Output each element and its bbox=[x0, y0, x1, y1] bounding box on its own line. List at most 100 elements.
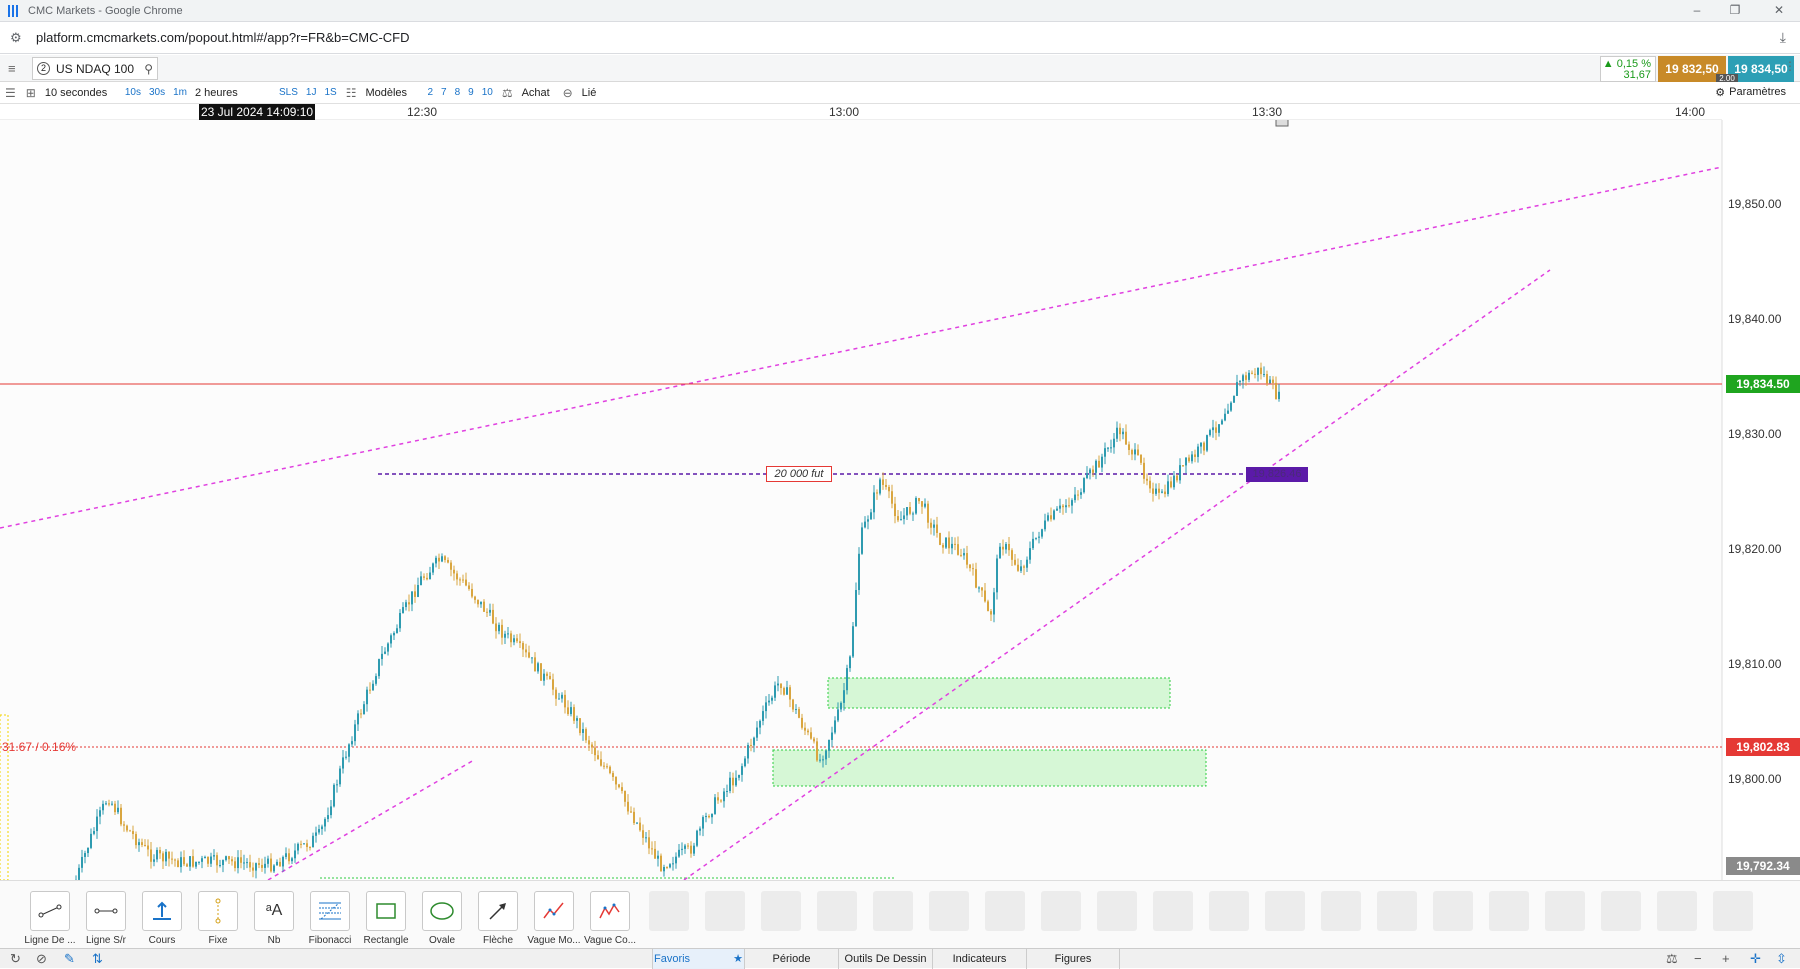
fit-icon[interactable]: ⇳ bbox=[1776, 951, 1787, 967]
tool-arrow[interactable]: Flèche bbox=[471, 891, 525, 946]
alert-label[interactable]: 20 000 fut bbox=[766, 466, 832, 482]
buy-icon[interactable]: ⚖ bbox=[497, 86, 518, 100]
list-icon[interactable]: ☰ bbox=[0, 86, 21, 100]
range-1j[interactable]: 1J bbox=[302, 87, 321, 98]
candle-body bbox=[1098, 461, 1100, 468]
candle-body bbox=[381, 654, 383, 659]
tab-figures[interactable]: Figures bbox=[1026, 949, 1120, 969]
trend-line-icon bbox=[30, 891, 70, 931]
candle-body bbox=[282, 857, 284, 866]
crosshair-icon[interactable]: ✛ bbox=[1750, 951, 1761, 967]
candle-body bbox=[498, 625, 500, 631]
minimize-icon[interactable]: – bbox=[1690, 3, 1704, 17]
candle-body bbox=[1263, 374, 1265, 375]
candle-body bbox=[1188, 458, 1190, 462]
empty-tool-slot bbox=[1601, 891, 1641, 931]
candle-body bbox=[243, 862, 245, 863]
candle-body bbox=[1026, 560, 1028, 568]
settings-button[interactable]: ⚙ Paramètres bbox=[1715, 86, 1786, 99]
more-icon[interactable]: ⋮ bbox=[1784, 59, 1796, 73]
candle-body bbox=[1164, 492, 1166, 494]
tab-favorites[interactable]: Favoris ★ bbox=[652, 949, 744, 969]
interval-1m[interactable]: 1m bbox=[169, 87, 191, 98]
tab-indicators[interactable]: Indicateurs bbox=[932, 949, 1026, 969]
scale-icon[interactable]: ⚖ bbox=[1666, 951, 1678, 967]
tool-label: Vague Co... bbox=[584, 935, 636, 946]
range-1s[interactable]: 1S bbox=[320, 87, 340, 98]
url-text[interactable]: platform.cmcmarkets.com/popout.html#/app… bbox=[36, 30, 410, 45]
candle-body bbox=[756, 728, 758, 738]
zoom-out-icon[interactable]: − bbox=[1694, 951, 1702, 966]
tool-sr-line[interactable]: Ligne S/r bbox=[79, 891, 133, 946]
candle-body bbox=[633, 812, 635, 823]
candle-body bbox=[564, 695, 566, 708]
tab-period[interactable]: Période bbox=[744, 949, 838, 969]
zoom-in-icon[interactable]: + bbox=[1722, 951, 1730, 966]
candle-body bbox=[246, 862, 248, 863]
tool-fibonacci[interactable]: Fibonacci bbox=[303, 891, 357, 946]
candle-body bbox=[867, 519, 869, 521]
candle-body bbox=[1062, 506, 1064, 508]
instrument-selector[interactable]: 2 US NDAQ 100 ⚲ bbox=[32, 57, 158, 80]
candle-body bbox=[192, 856, 194, 866]
candle-body bbox=[687, 846, 689, 847]
candle-body bbox=[474, 597, 476, 600]
tool-wave-corrective[interactable]: Vague Co... bbox=[583, 891, 637, 946]
candle-body bbox=[984, 590, 986, 601]
candle-body bbox=[357, 713, 359, 724]
search-icon[interactable]: ⚲ bbox=[144, 62, 153, 76]
cancel-icon[interactable]: ⊘ bbox=[36, 951, 47, 967]
candle-body bbox=[780, 684, 782, 688]
buy-button[interactable]: Achat bbox=[518, 82, 558, 104]
layout-7[interactable]: 7 bbox=[437, 87, 451, 98]
refresh-icon[interactable]: ↻ bbox=[10, 951, 21, 967]
price-chart[interactable]: 19,850.00 19,840.00 19,830.00 19,820.00 … bbox=[0, 120, 1800, 880]
interval-30s[interactable]: 30s bbox=[145, 87, 169, 98]
tool-fixed[interactable]: Fixe bbox=[191, 891, 245, 946]
range-selector[interactable]: 2 heures bbox=[191, 82, 275, 104]
candle-body bbox=[813, 739, 815, 742]
range-sls[interactable]: SLS bbox=[275, 87, 302, 98]
chart-canvas[interactable] bbox=[0, 120, 1800, 880]
tool-price[interactable]: Cours bbox=[135, 891, 189, 946]
swap-icon[interactable]: ⇅ bbox=[92, 951, 103, 967]
close-icon[interactable]: ✕ bbox=[1772, 3, 1786, 17]
layout-2[interactable]: 2 bbox=[423, 87, 437, 98]
layout-9[interactable]: 9 bbox=[464, 87, 478, 98]
layout-10[interactable]: 10 bbox=[478, 87, 497, 98]
candle-body bbox=[945, 537, 947, 547]
candle-body bbox=[705, 816, 707, 817]
candle-body bbox=[807, 731, 809, 733]
candle-body bbox=[99, 810, 101, 816]
candle-body bbox=[477, 600, 479, 604]
empty-tool-slot bbox=[929, 891, 969, 931]
linked-button[interactable]: Lié bbox=[578, 82, 601, 104]
site-info-icon[interactable]: ⚙ bbox=[10, 30, 26, 46]
candle-body bbox=[102, 804, 104, 810]
download-icon[interactable]: ⤓ bbox=[1780, 29, 1786, 46]
tool-wave-motive[interactable]: Vague Mo... bbox=[527, 891, 581, 946]
restore-icon[interactable]: ❐ bbox=[1728, 3, 1742, 17]
change-pts: 31,67 bbox=[1601, 70, 1651, 81]
interval-10s[interactable]: 10s bbox=[121, 87, 145, 98]
tool-text[interactable]: ᵃA Nb bbox=[247, 891, 301, 946]
hamburger-icon[interactable]: ≡ bbox=[8, 61, 22, 76]
interval-selector[interactable]: 10 secondes bbox=[41, 82, 121, 104]
templates-button[interactable]: Modèles bbox=[361, 82, 423, 104]
layout-icon[interactable]: ⊞ bbox=[21, 86, 41, 100]
pencil-icon[interactable]: ✎ bbox=[64, 951, 75, 967]
tab-drawing-tools[interactable]: Outils De Dessin bbox=[838, 949, 932, 969]
link-icon[interactable]: ⊖ bbox=[558, 86, 578, 100]
candle-body bbox=[618, 784, 620, 787]
candle-body bbox=[504, 634, 506, 638]
candle-body bbox=[1059, 506, 1061, 509]
address-bar[interactable]: ⚙ platform.cmcmarkets.com/popout.html#/a… bbox=[0, 22, 1800, 54]
alert-price-label[interactable]: 19,826.46 bbox=[1246, 467, 1308, 482]
candle-body bbox=[729, 778, 731, 791]
tool-rectangle[interactable]: Rectangle bbox=[359, 891, 413, 946]
layout-8[interactable]: 8 bbox=[451, 87, 465, 98]
tool-oval[interactable]: Ovale bbox=[415, 891, 469, 946]
candle-body bbox=[1227, 411, 1229, 414]
templates-icon[interactable]: ☷ bbox=[341, 86, 362, 100]
tool-trend-line[interactable]: Ligne De ... bbox=[23, 891, 77, 946]
